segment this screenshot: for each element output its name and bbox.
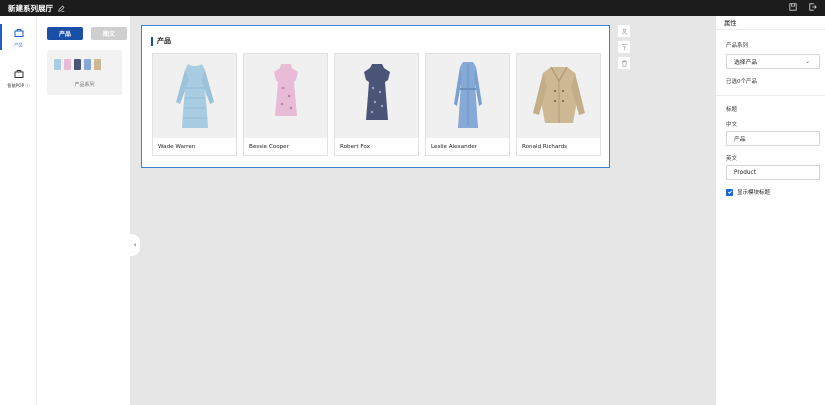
properties-header: 属性 xyxy=(716,16,825,30)
series-select[interactable]: 选择产品 ⌄ xyxy=(726,54,820,69)
exit-icon[interactable] xyxy=(809,3,817,11)
rail-item-smart-pop[interactable]: 智能POP ⓘ xyxy=(0,69,37,89)
bag-icon xyxy=(14,69,24,80)
module-title-text: 产品 xyxy=(157,37,171,45)
save-icon[interactable] xyxy=(789,3,797,11)
product-card[interactable]: Wade Warren xyxy=(152,53,237,156)
move-up-icon[interactable] xyxy=(618,25,630,37)
move-down-icon[interactable] xyxy=(618,41,630,53)
en-title-input[interactable]: Product xyxy=(726,165,820,180)
cn-label: 中文 xyxy=(726,122,738,128)
selected-count: 已选0个产品 xyxy=(726,79,757,85)
product-name: Wade Warren xyxy=(158,144,196,150)
page-title: 新建系列展厅 xyxy=(8,3,53,13)
series-select-value: 选择产品 xyxy=(734,60,758,66)
product-image xyxy=(335,54,418,138)
product-card[interactable]: Leslie Alexander xyxy=(425,53,510,156)
divider xyxy=(716,95,825,96)
product-series-component[interactable]: 产品系列 xyxy=(47,50,122,95)
series-label: 产品系列 xyxy=(726,43,749,49)
component-caption: 产品系列 xyxy=(74,82,95,88)
cn-title-input[interactable]: 产品 xyxy=(726,131,820,146)
product-name: Bessie Cooper xyxy=(249,144,289,150)
title-section-label: 标题 xyxy=(726,107,738,113)
edit-title-icon[interactable] xyxy=(58,5,65,12)
product-image xyxy=(153,54,236,138)
product-card[interactable]: Ronald Richards xyxy=(516,53,601,156)
product-name: Robert Fox xyxy=(340,144,370,150)
title-accent-bar xyxy=(151,36,153,46)
product-image xyxy=(517,54,600,138)
canvas: ‹ 产品 Wade Warren Bessie Cooper Robert Fo… xyxy=(130,16,716,405)
en-title-value: Product xyxy=(734,169,757,176)
tab-text-image[interactable]: 图文 xyxy=(91,27,127,40)
product-card[interactable]: Bessie Cooper xyxy=(243,53,328,156)
product-image xyxy=(426,54,509,138)
delete-icon[interactable] xyxy=(618,57,630,69)
component-panel: 产品 图文 产品系列 xyxy=(37,16,130,405)
product-card[interactable]: Robert Fox xyxy=(334,53,419,156)
bag-icon xyxy=(14,28,24,39)
collapse-panel-button[interactable]: ‹ xyxy=(130,234,140,256)
product-name: Ronald Richards xyxy=(522,144,568,150)
product-image xyxy=(244,54,327,138)
show-title-checkbox[interactable]: 显示模块标题 xyxy=(726,188,770,196)
cn-title-value: 产品 xyxy=(734,137,746,143)
tab-product[interactable]: 产品 xyxy=(47,27,83,40)
chevron-down-icon: ⌄ xyxy=(804,58,810,65)
module-toolbar xyxy=(618,25,630,69)
product-module[interactable]: 产品 Wade Warren Bessie Cooper Robert Fox … xyxy=(141,25,610,168)
en-label: 英文 xyxy=(726,156,738,162)
checkbox-checked-icon[interactable] xyxy=(726,188,733,196)
component-thumbnail xyxy=(54,59,101,70)
rail-item-label: 产品 xyxy=(14,42,23,47)
left-rail: 产品 智能POP ⓘ xyxy=(0,16,37,405)
product-list: Wade Warren Bessie Cooper Robert Fox Les… xyxy=(152,53,601,156)
show-title-label: 显示模块标题 xyxy=(737,190,771,196)
rail-item-label: 智能POP ⓘ xyxy=(7,83,30,88)
properties-panel: 属性 产品系列 选择产品 ⌄ 已选0个产品 标题 中文 产品 英文 Produc… xyxy=(716,16,825,405)
top-bar: 新建系列展厅 xyxy=(0,0,825,16)
rail-item-product[interactable]: 产品 xyxy=(0,24,37,50)
product-name: Leslie Alexander xyxy=(431,144,478,150)
module-title: 产品 xyxy=(151,36,171,46)
